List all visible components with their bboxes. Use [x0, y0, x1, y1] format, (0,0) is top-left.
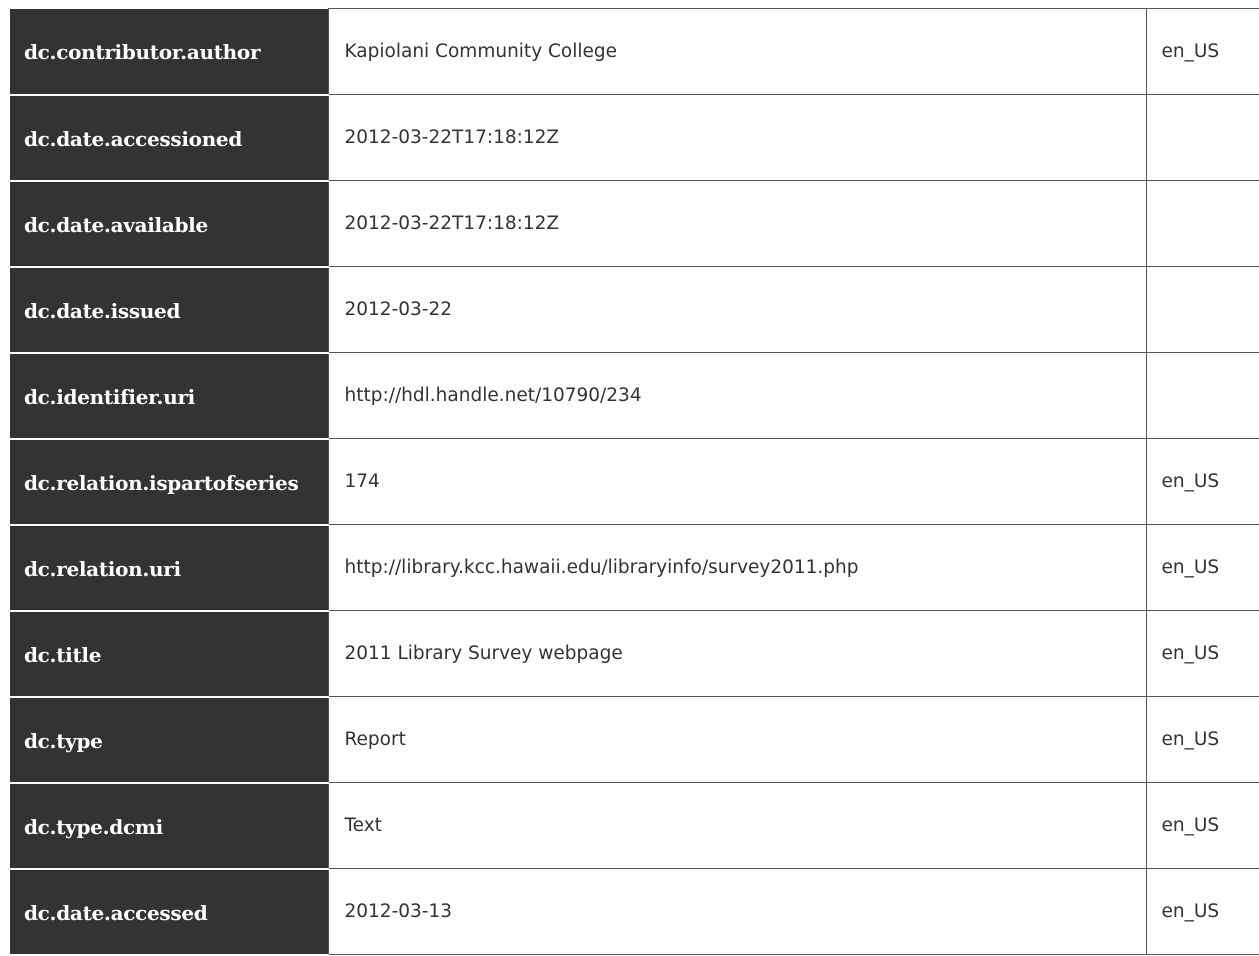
- field-value: http://library.kcc.hawaii.edu/libraryinf…: [327, 524, 1147, 611]
- item-metadata-table: dc.contributor.author Kapiolani Communit…: [10, 8, 1259, 956]
- field-language: en_US: [1145, 696, 1259, 783]
- field-name: dc.date.issued: [24, 298, 181, 323]
- field-value: Report: [327, 696, 1147, 783]
- field-value: 2012-03-22T17:18:12Z: [327, 180, 1147, 267]
- field-name: dc.date.available: [24, 212, 208, 237]
- field-name-cell: dc.title: [10, 610, 328, 698]
- table-row: dc.date.accessed 2012-03-13 en_US: [10, 868, 1259, 956]
- field-name: dc.identifier.uri: [24, 384, 195, 409]
- field-name: dc.type: [24, 728, 103, 753]
- table-row: dc.date.issued 2012-03-22: [10, 266, 1259, 354]
- metadata-table-body: dc.contributor.author Kapiolani Communit…: [10, 8, 1259, 956]
- table-row: dc.relation.uri http://library.kcc.hawai…: [10, 524, 1259, 612]
- field-value: 2011 Library Survey webpage: [327, 610, 1147, 697]
- field-language: en_US: [1145, 868, 1259, 955]
- table-row: dc.date.accessioned 2012-03-22T17:18:12Z: [10, 94, 1259, 182]
- field-name: dc.date.accessed: [24, 900, 208, 925]
- field-language: en_US: [1145, 782, 1259, 869]
- field-name-cell: dc.type: [10, 696, 328, 784]
- field-value: 2012-03-22T17:18:12Z: [327, 94, 1147, 181]
- field-value: http://hdl.handle.net/10790/234: [327, 352, 1147, 439]
- field-language: [1145, 352, 1259, 439]
- field-language: [1145, 94, 1259, 181]
- field-name: dc.contributor.author: [24, 39, 261, 64]
- field-name: dc.type.dcmi: [24, 814, 163, 839]
- table-row: dc.title 2011 Library Survey webpage en_…: [10, 610, 1259, 698]
- field-name-cell: dc.date.accessioned: [10, 94, 328, 182]
- field-value: 2012-03-13: [327, 868, 1147, 955]
- field-language: en_US: [1145, 524, 1259, 611]
- field-name-cell: dc.date.issued: [10, 266, 328, 354]
- field-language: en_US: [1145, 8, 1259, 95]
- field-value: 2012-03-22: [327, 266, 1147, 353]
- field-name-cell: dc.relation.ispartofseries: [10, 438, 328, 526]
- field-name-cell: dc.identifier.uri: [10, 352, 328, 440]
- field-name-cell: dc.type.dcmi: [10, 782, 328, 870]
- field-language: [1145, 180, 1259, 267]
- table-row: dc.type Report en_US: [10, 696, 1259, 784]
- field-value: Kapiolani Community College: [327, 8, 1147, 95]
- table-row: dc.identifier.uri http://hdl.handle.net/…: [10, 352, 1259, 440]
- field-value: Text: [327, 782, 1147, 869]
- field-name-cell: dc.date.accessed: [10, 868, 328, 956]
- table-row: dc.date.available 2012-03-22T17:18:12Z: [10, 180, 1259, 268]
- field-language: [1145, 266, 1259, 353]
- field-language: en_US: [1145, 438, 1259, 525]
- field-name-cell: dc.contributor.author: [10, 8, 328, 96]
- field-name-cell: dc.date.available: [10, 180, 328, 268]
- field-name: dc.relation.ispartofseries: [24, 470, 299, 495]
- field-name: dc.title: [24, 642, 102, 667]
- table-row: dc.type.dcmi Text en_US: [10, 782, 1259, 870]
- table-row: dc.contributor.author Kapiolani Communit…: [10, 8, 1259, 96]
- field-value: 174: [327, 438, 1147, 525]
- field-name: dc.relation.uri: [24, 556, 181, 581]
- field-language: en_US: [1145, 610, 1259, 697]
- field-name: dc.date.accessioned: [24, 126, 243, 151]
- table-row: dc.relation.ispartofseries 174 en_US: [10, 438, 1259, 526]
- field-name-cell: dc.relation.uri: [10, 524, 328, 612]
